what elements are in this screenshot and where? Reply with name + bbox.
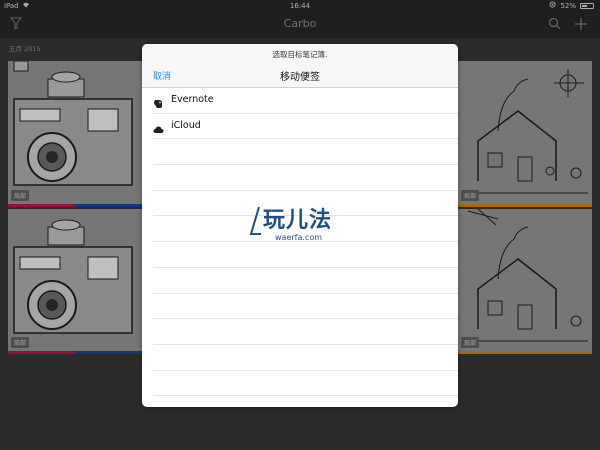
empty-row (153, 165, 458, 191)
watermark-logo-icon (247, 206, 263, 240)
watermark-text: 玩儿法 (263, 208, 333, 233)
empty-row (153, 319, 458, 345)
empty-row (153, 268, 458, 294)
watermark-url: waerfa.com (275, 233, 323, 242)
list-item-evernote[interactable]: Evernote (153, 88, 458, 114)
empty-row (153, 294, 458, 320)
evernote-elephant-icon (153, 94, 163, 108)
modal-prompt: 选取目标笔记簿. (272, 50, 328, 59)
modal-header: 选取目标笔记簿. 取消 移动便签 (142, 44, 458, 88)
empty-row (153, 371, 458, 397)
list-item-icloud[interactable]: iCloud (153, 114, 458, 140)
list-item-label: Evernote (171, 94, 214, 105)
modal-title: 移动便签 (280, 72, 320, 83)
list-item-label: iCloud (171, 119, 201, 131)
empty-row (153, 139, 458, 166)
empty-row (153, 345, 458, 371)
watermark: 玩儿法 waerfa.com (245, 200, 355, 250)
cloud-icon (153, 120, 164, 133)
